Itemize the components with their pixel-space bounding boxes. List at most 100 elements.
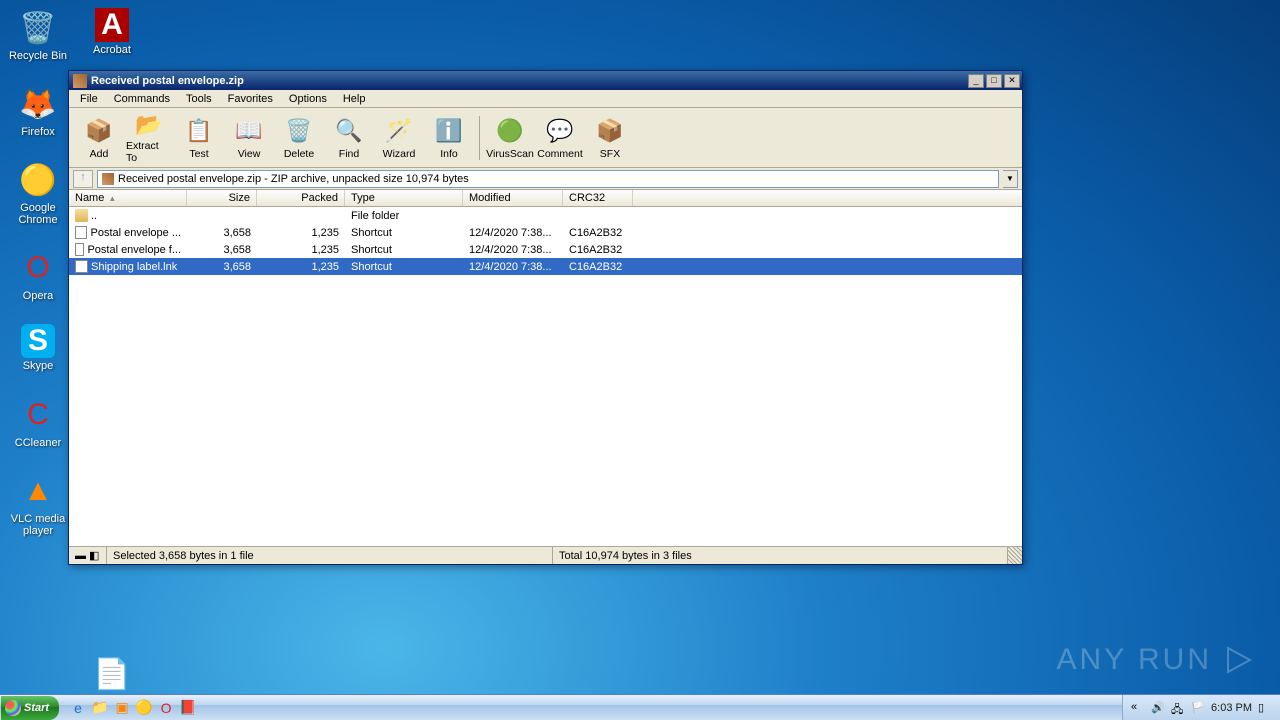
- toolbar-label: Info: [440, 148, 458, 160]
- network-icon[interactable]: 🖧: [1171, 701, 1185, 715]
- toolbar-test[interactable]: 📋Test: [175, 111, 223, 165]
- toolbar-wizard[interactable]: 🪄Wizard: [375, 111, 423, 165]
- extract-to-icon: 📂: [134, 112, 164, 138]
- statusbar: ▬ ◧ Selected 3,658 bytes in 1 file Total…: [69, 546, 1022, 564]
- desktop-recycle-bin[interactable]: 🗑️ Recycle Bin: [8, 8, 68, 62]
- virusscan-icon: 🟢: [495, 116, 525, 146]
- toolbar-label: Add: [90, 148, 109, 160]
- taskbar: Start e 📁 ▣ 🟡 O 📕 « 🔊 🖧 🏳️ 6:03 PM ▯: [0, 694, 1280, 720]
- col-packed[interactable]: Packed: [257, 190, 345, 206]
- status-total: Total 10,974 bytes in 3 files: [553, 547, 1008, 564]
- menu-file[interactable]: File: [73, 92, 105, 106]
- list-item[interactable]: Shipping label.lnk3,6581,235Shortcut12/4…: [69, 258, 1022, 275]
- desktop-ccleaner[interactable]: CCCleaner: [8, 395, 68, 449]
- toolbar-add[interactable]: 📦Add: [75, 111, 123, 165]
- toolbar-label: Find: [339, 148, 359, 160]
- label: Acrobat: [93, 44, 131, 56]
- toolbar-label: Wizard: [383, 148, 416, 160]
- desktop-opera[interactable]: OOpera: [8, 248, 68, 302]
- col-name[interactable]: Name▲: [69, 190, 187, 206]
- col-modified[interactable]: Modified: [463, 190, 563, 206]
- file-icon: [75, 226, 87, 239]
- opera-icon[interactable]: O: [157, 699, 175, 717]
- tray-expand-icon[interactable]: «: [1131, 701, 1145, 715]
- up-button[interactable]: ↑: [73, 170, 93, 188]
- delete-icon: 🗑️: [284, 116, 314, 146]
- player-icon[interactable]: ▣: [113, 699, 131, 717]
- file-icon: [75, 260, 88, 273]
- menu-tools[interactable]: Tools: [179, 92, 219, 106]
- label: Skype: [23, 360, 54, 372]
- file-name: Shipping label.lnk: [91, 261, 177, 273]
- start-button[interactable]: Start: [1, 696, 59, 720]
- list-item[interactable]: Postal envelope f...3,6581,235Shortcut12…: [69, 241, 1022, 258]
- comment-icon: 💬: [545, 116, 575, 146]
- menu-help[interactable]: Help: [336, 92, 373, 106]
- menu-commands[interactable]: Commands: [107, 92, 177, 106]
- clock[interactable]: 6:03 PM: [1211, 702, 1252, 714]
- window-title: Received postal envelope.zip: [91, 75, 968, 87]
- cell-size: 3,658: [187, 227, 257, 239]
- path-box[interactable]: Received postal envelope.zip - ZIP archi…: [97, 170, 999, 188]
- quick-launch: e 📁 ▣ 🟡 O 📕: [63, 699, 203, 717]
- status-icons: ▬ ◧: [69, 547, 107, 564]
- label: VLC media player: [8, 513, 68, 537]
- bin-icon: 🗑️: [18, 8, 58, 48]
- desktop-acrobat[interactable]: AAcrobat: [82, 8, 142, 56]
- minimize-button[interactable]: _: [968, 74, 984, 88]
- opera-icon: O: [18, 248, 58, 288]
- toolbar-extract-to[interactable]: 📂Extract To: [125, 111, 173, 165]
- col-crc[interactable]: CRC32: [563, 190, 633, 206]
- chrome-icon[interactable]: 🟡: [135, 699, 153, 717]
- cell-mod: 12/4/2020 7:38...: [463, 244, 563, 256]
- windows-logo-icon: [5, 700, 21, 716]
- desktop-skype[interactable]: SSkype: [8, 324, 68, 372]
- toolbar-label: Test: [189, 148, 208, 160]
- maximize-button[interactable]: □: [986, 74, 1002, 88]
- desktop-firefox[interactable]: 🦊Firefox: [8, 84, 68, 138]
- explorer-icon[interactable]: 📁: [91, 699, 109, 717]
- close-button[interactable]: ✕: [1004, 74, 1020, 88]
- cell-crc: C16A2B32: [563, 244, 633, 256]
- list-item[interactable]: ..File folder: [69, 207, 1022, 224]
- cell-size: 3,658: [187, 261, 257, 273]
- toolbar-find[interactable]: 🔍Find: [325, 111, 373, 165]
- toolbar-label: View: [238, 148, 261, 160]
- ccleaner-icon: C: [18, 395, 58, 435]
- resize-grip[interactable]: [1008, 547, 1022, 564]
- file-list[interactable]: ..File folderPostal envelope ...3,6581,2…: [69, 207, 1022, 546]
- toolbar-comment[interactable]: 💬Comment: [536, 111, 584, 165]
- ie-icon[interactable]: e: [69, 699, 87, 717]
- list-item[interactable]: Postal envelope ...3,6581,235Shortcut12/…: [69, 224, 1022, 241]
- toolbar-virusscan[interactable]: 🟢VirusScan: [486, 111, 534, 165]
- winrar-task-icon[interactable]: 📕: [179, 699, 197, 717]
- sort-asc-icon: ▲: [108, 194, 116, 203]
- label: Google Chrome: [8, 202, 68, 226]
- col-type[interactable]: Type: [345, 190, 463, 206]
- titlebar[interactable]: Received postal envelope.zip _ □ ✕: [69, 71, 1022, 90]
- menubar: FileCommandsToolsFavoritesOptionsHelp: [69, 90, 1022, 108]
- flag-icon[interactable]: 🏳️: [1191, 701, 1205, 715]
- winrar-icon: [73, 74, 87, 88]
- menu-favorites[interactable]: Favorites: [221, 92, 280, 106]
- show-desktop[interactable]: ▯: [1258, 701, 1272, 715]
- toolbar-info[interactable]: ℹ️ Info: [425, 111, 473, 165]
- col-size[interactable]: Size: [187, 190, 257, 206]
- volume-icon[interactable]: 🔊: [1151, 701, 1165, 715]
- info-icon: ℹ️: [434, 116, 464, 146]
- status-selected: Selected 3,658 bytes in 1 file: [107, 547, 553, 564]
- toolbar-view[interactable]: 📖View: [225, 111, 273, 165]
- cell-type: Shortcut: [345, 244, 463, 256]
- label: Firefox: [21, 126, 55, 138]
- path-dropdown[interactable]: ▼: [1003, 170, 1018, 188]
- sfx-icon: 📦: [595, 116, 625, 146]
- file-icon: [75, 243, 84, 256]
- desktop-chrome[interactable]: 🟡Google Chrome: [8, 160, 68, 226]
- label: Recycle Bin: [9, 50, 67, 62]
- desktop-vlc[interactable]: ▲VLC media player: [8, 471, 68, 537]
- cell-type: File folder: [345, 210, 463, 222]
- watermark: ANY RUN: [1057, 642, 1256, 678]
- toolbar-delete[interactable]: 🗑️Delete: [275, 111, 323, 165]
- toolbar-sfx[interactable]: 📦SFX: [586, 111, 634, 165]
- menu-options[interactable]: Options: [282, 92, 334, 106]
